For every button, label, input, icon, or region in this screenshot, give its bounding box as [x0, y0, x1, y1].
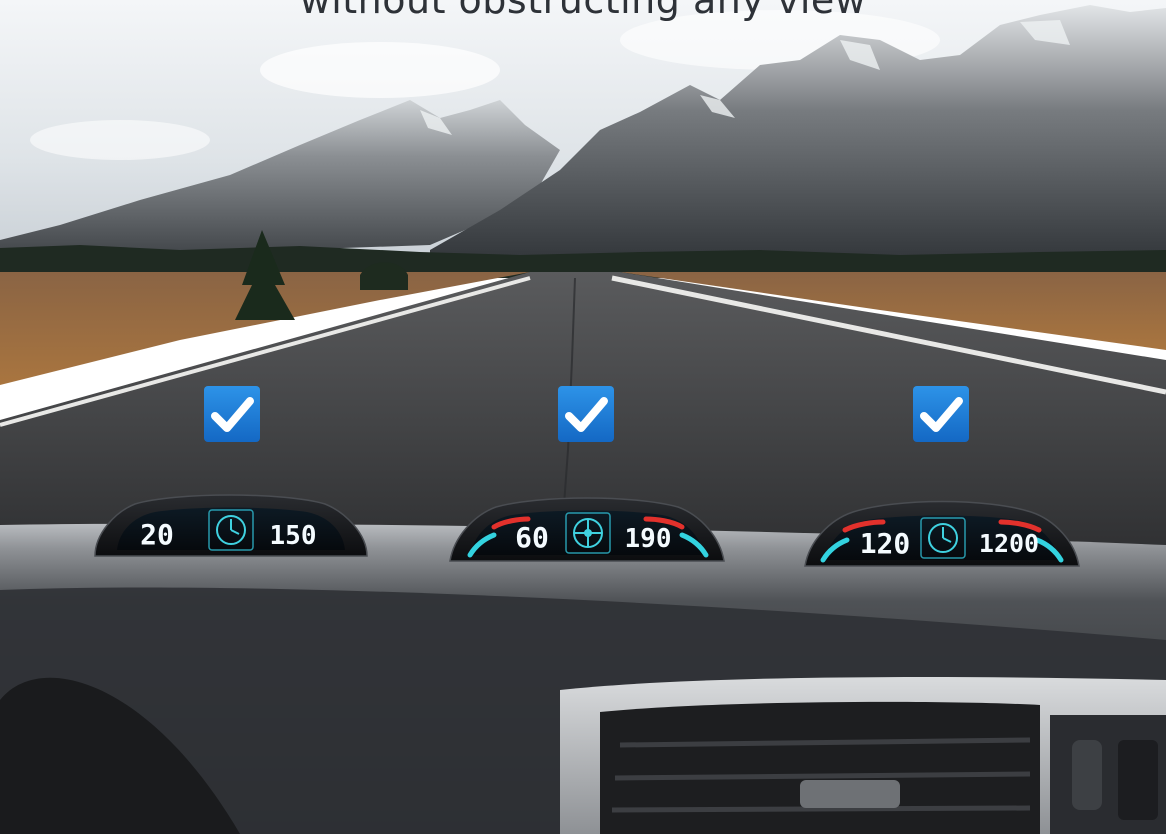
checkmark-badge-2 — [558, 386, 614, 442]
dash-control-button — [1118, 740, 1158, 820]
dash-control-button — [1072, 740, 1102, 810]
vent-slat — [611, 805, 1031, 813]
hud-value-readout: 150 — [270, 521, 317, 551]
checkmark-badge-3 — [913, 386, 969, 442]
vent-knob — [800, 780, 900, 808]
air-vent — [600, 701, 1040, 834]
checkmark-badge-1 — [204, 386, 260, 442]
scene-svg: 20 150 60 190 120 1200 — [0, 0, 1166, 834]
headline: without obstructing any view — [299, 0, 867, 22]
hud-speed-readout: 120 — [860, 527, 911, 560]
scene: 20 150 60 190 120 1200 without obstructi… — [0, 0, 1166, 834]
hud-speed-readout: 20 — [140, 518, 174, 551]
hud-value-readout: 1200 — [979, 529, 1039, 558]
hud-display-1: 20 150 — [94, 494, 368, 557]
hud-value-readout: 190 — [625, 524, 672, 554]
hud-speed-readout: 60 — [515, 521, 549, 554]
cloud — [260, 42, 500, 98]
crosshair-icon — [573, 518, 603, 548]
cloud — [30, 120, 210, 160]
